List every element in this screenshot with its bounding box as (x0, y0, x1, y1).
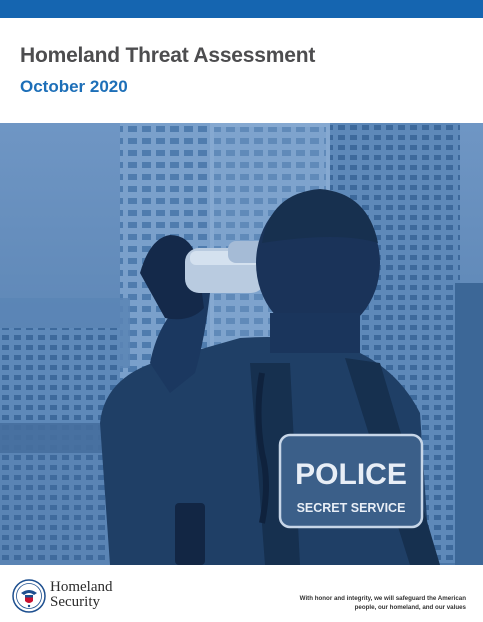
tagline-line-2: people, our homeland, and our values (354, 603, 466, 611)
document-date: October 2020 (20, 77, 128, 96)
brand-line-homeland: Homeland (50, 579, 113, 595)
tagline-line-1: With honor and integrity, we will safegu… (299, 595, 466, 602)
police-patch: POLICE SECRET SERVICE (278, 433, 424, 529)
mission-tagline: With honor and integrity, we will safegu… (276, 595, 466, 612)
brand-line-security: Security (50, 594, 100, 610)
building-right-edge (455, 283, 483, 565)
document-title: Homeland Threat Assessment (20, 44, 316, 67)
patch-text-police: POLICE (295, 458, 407, 491)
dhs-wordmark: Homeland Security (50, 580, 112, 610)
cover-photo: POLICE SECRET SERVICE (0, 123, 483, 565)
patch-text-secret-service: SECRET SERVICE (297, 501, 406, 515)
dhs-seal-icon (12, 579, 46, 613)
top-color-bar (0, 0, 483, 18)
